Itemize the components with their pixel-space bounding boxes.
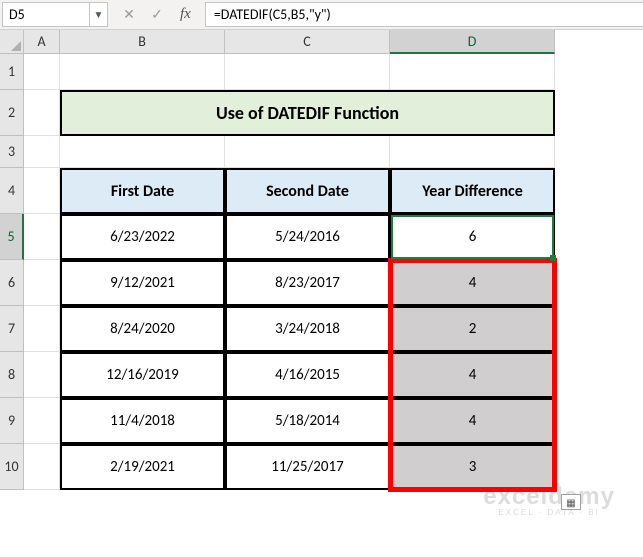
row-header-5[interactable]: 5	[0, 214, 24, 260]
name-box-dropdown[interactable]: ▼	[90, 2, 108, 27]
cell-yeardiff-10[interactable]: 3	[390, 444, 555, 490]
header-first-date[interactable]: First Date	[60, 168, 225, 214]
name-box[interactable]: D5	[2, 2, 90, 27]
cell-A3[interactable]	[24, 136, 60, 168]
row-header-2[interactable]: 2	[0, 90, 24, 136]
cell-A2[interactable]	[24, 90, 60, 136]
formula-bar-buttons: ✕ ✓ fx	[114, 0, 205, 29]
cell-seconddate-5[interactable]: 5/24/2016	[225, 214, 390, 260]
cell-B3[interactable]	[60, 136, 225, 168]
col-header-D[interactable]: D	[390, 30, 555, 54]
cell-D1[interactable]	[390, 54, 555, 90]
cell-C3[interactable]	[225, 136, 390, 168]
cancel-icon[interactable]: ✕	[122, 6, 136, 23]
title-cell[interactable]: Use of DATEDIF Function	[60, 90, 555, 136]
col-header-A[interactable]: A	[24, 30, 60, 54]
cell-A7[interactable]	[24, 306, 60, 352]
cell-firstdate-6[interactable]: 9/12/2021	[60, 260, 225, 306]
row-header-4[interactable]: 4	[0, 168, 24, 214]
cell-A5[interactable]	[24, 214, 60, 260]
cell-seconddate-9[interactable]: 5/18/2014	[225, 398, 390, 444]
cell-yeardiff-5[interactable]: 6	[390, 214, 555, 260]
row-header-9[interactable]: 9	[0, 398, 24, 444]
cell-firstdate-5[interactable]: 6/23/2022	[60, 214, 225, 260]
cell-firstdate-9[interactable]: 11/4/2018	[60, 398, 225, 444]
cell-yeardiff-8[interactable]: 4	[390, 352, 555, 398]
col-header-B[interactable]: B	[60, 30, 225, 54]
cell-firstdate-7[interactable]: 8/24/2020	[60, 306, 225, 352]
cell-firstdate-10[interactable]: 2/19/2021	[60, 444, 225, 490]
header-second-date[interactable]: Second Date	[225, 168, 390, 214]
cells-area: exceldemy EXCEL · DATA · BI Use of DATED…	[24, 54, 643, 557]
cell-A6[interactable]	[24, 260, 60, 306]
row-header-10[interactable]: 10	[0, 444, 24, 490]
confirm-icon[interactable]: ✓	[150, 6, 164, 23]
fx-icon[interactable]: fx	[178, 6, 197, 23]
col-header-C[interactable]: C	[225, 30, 390, 54]
cell-seconddate-10[interactable]: 11/25/2017	[225, 444, 390, 490]
row-header-6[interactable]: 6	[0, 260, 24, 306]
cell-A9[interactable]	[24, 398, 60, 444]
row-header-1[interactable]: 1	[0, 54, 24, 90]
select-all-corner[interactable]	[0, 30, 24, 54]
autofill-options-icon[interactable]: ▦	[561, 494, 581, 510]
cell-D3[interactable]	[390, 136, 555, 168]
cell-firstdate-8[interactable]: 12/16/2019	[60, 352, 225, 398]
cell-yeardiff-9[interactable]: 4	[390, 398, 555, 444]
cell-seconddate-8[interactable]: 4/16/2015	[225, 352, 390, 398]
cell-B1[interactable]	[60, 54, 225, 90]
row-header-3[interactable]: 3	[0, 136, 24, 168]
cell-A4[interactable]	[24, 168, 60, 214]
cell-A1[interactable]	[24, 54, 60, 90]
header-year-diff[interactable]: Year Difference	[390, 168, 555, 214]
formula-input[interactable]: =DATEDIF(C5,B5,"y")	[205, 2, 643, 27]
row-header-8[interactable]: 8	[0, 352, 24, 398]
cell-C1[interactable]	[225, 54, 390, 90]
column-headers: ABCD	[24, 30, 643, 54]
cell-seconddate-6[interactable]: 8/23/2017	[225, 260, 390, 306]
cell-seconddate-7[interactable]: 3/24/2018	[225, 306, 390, 352]
row-headers: 12345678910	[0, 54, 24, 557]
cell-A10[interactable]	[24, 444, 60, 490]
cell-A8[interactable]	[24, 352, 60, 398]
row-header-7[interactable]: 7	[0, 306, 24, 352]
cell-yeardiff-7[interactable]: 2	[390, 306, 555, 352]
cell-yeardiff-6[interactable]: 4	[390, 260, 555, 306]
formula-bar-row: D5 ▼ ✕ ✓ fx =DATEDIF(C5,B5,"y")	[0, 0, 643, 30]
